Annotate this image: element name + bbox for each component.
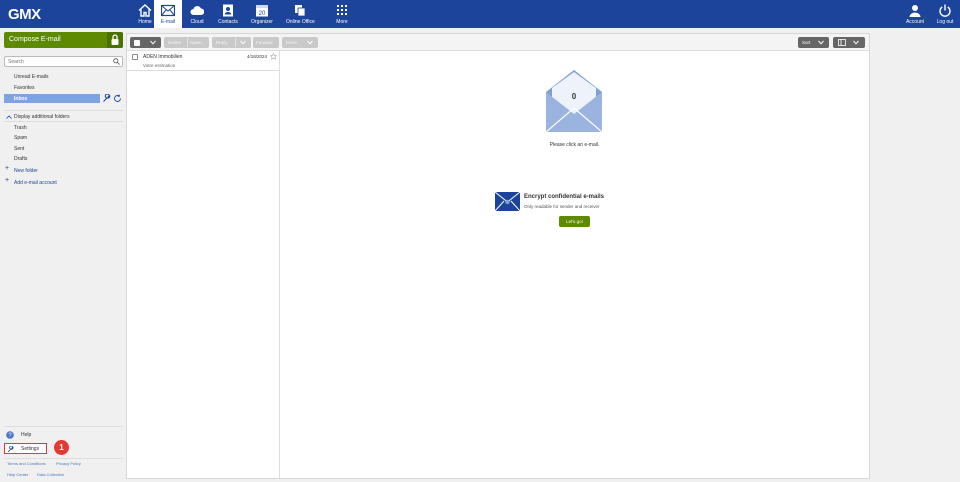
chevron-down-icon[interactable] <box>240 40 246 45</box>
calendar-day: 20 <box>259 11 266 17</box>
folder-inbox[interactable]: Inbox <box>4 94 100 103</box>
forward-button[interactable]: Forward <box>253 37 279 48</box>
chevron-up-icon[interactable] <box>6 115 12 119</box>
nav-contacts[interactable]: Contacts <box>214 0 242 28</box>
nav-more[interactable]: More <box>328 0 356 28</box>
empty-preview-text: Please click an e-mail. <box>549 142 600 148</box>
envelope-illustration-icon: 0 <box>546 70 602 132</box>
divider <box>4 110 123 111</box>
chevron-down-icon <box>853 40 859 45</box>
calendar-icon: 20 <box>256 5 268 17</box>
encrypt-title: Encrypt confidential e-mails <box>524 194 605 200</box>
settings-link[interactable]: Settings <box>4 443 47 454</box>
encrypt-subtitle: Only readable for sender and receiver <box>524 204 600 209</box>
encrypted-mail-icon <box>495 192 520 211</box>
search-input[interactable] <box>8 58 108 66</box>
nav-email[interactable]: E-mail <box>154 0 182 28</box>
nav-logout[interactable]: Log out <box>931 0 959 28</box>
grid-icon <box>337 5 347 15</box>
home-icon <box>138 4 152 17</box>
delete-spam-group[interactable]: Delete Spam <box>164 37 209 48</box>
chevron-down-icon <box>150 40 156 45</box>
nav-organizer[interactable]: 20 Organizer <box>248 0 276 28</box>
envelope-count: 0 <box>572 92 577 101</box>
mail-date: 4/18/2024 <box>246 54 267 59</box>
mail-toolbar: Delete Spam Reply Forward Move Sort <box>127 34 869 51</box>
mail-row[interactable]: ADEN Immobilien 4/18/2024 Votre estimati… <box>127 51 280 71</box>
spam-button[interactable]: Spam <box>190 40 202 45</box>
plus-icon: + <box>5 165 10 172</box>
contacts-icon <box>223 4 233 17</box>
divider <box>4 426 123 427</box>
sort-button[interactable]: Sort <box>798 37 829 48</box>
annotation-badge: 1 <box>54 440 69 455</box>
help-center-link[interactable]: Help Center <box>7 472 28 477</box>
help-icon[interactable]: ? <box>6 431 14 439</box>
chevron-down-icon <box>818 40 824 45</box>
layout-icon <box>838 39 846 46</box>
cloud-icon <box>190 6 204 15</box>
folder-favorites[interactable]: Favorites <box>14 85 35 91</box>
mail-subject: Votre estimation <box>143 63 176 68</box>
lock-icon <box>111 34 119 45</box>
folder-trash[interactable]: Trash <box>14 125 27 131</box>
search-box <box>4 56 123 67</box>
sidebar: Compose E-mail Unread E-mails Favorites … <box>4 32 123 478</box>
mail-list: ADEN Immobilien 4/18/2024 Votre estimati… <box>127 51 280 478</box>
envelope-icon <box>161 4 175 17</box>
new-folder-link[interactable]: New folder <box>14 168 38 174</box>
inbox-tools <box>102 94 124 103</box>
compose-security-icon[interactable] <box>107 32 123 48</box>
refresh-icon[interactable] <box>113 94 122 103</box>
folder-sent[interactable]: Sent <box>14 146 24 152</box>
divider <box>4 458 123 459</box>
layout-view-button[interactable] <box>833 37 865 48</box>
search-icon[interactable] <box>113 58 120 65</box>
help-link[interactable]: Help <box>21 432 31 438</box>
select-all-checkbox[interactable] <box>134 39 140 46</box>
compose-email-button[interactable]: Compose E-mail <box>4 32 123 48</box>
terms-link[interactable]: Terms and Conditions <box>7 461 46 466</box>
display-additional-folders[interactable]: Display additional folders <box>14 114 70 120</box>
wrench-icon <box>7 445 14 452</box>
wrench-icon[interactable] <box>102 94 111 103</box>
power-icon <box>939 4 951 17</box>
plus-icon: + <box>5 177 10 184</box>
top-navigation-bar: GMX Home E-mail Cloud Contacts 20 Organi… <box>0 0 960 28</box>
privacy-link[interactable]: Privacy Policy <box>56 461 81 466</box>
star-icon[interactable] <box>270 53 277 60</box>
office-icon <box>295 5 306 17</box>
mail-main-panel: Delete Spam Reply Forward Move Sort ADEN <box>126 33 870 479</box>
folder-drafts[interactable]: Drafts <box>14 156 27 162</box>
lets-go-button[interactable]: Let's go! <box>559 216 590 227</box>
move-button[interactable]: Move <box>282 37 318 48</box>
add-email-account-link[interactable]: Add e-mail account <box>14 180 57 186</box>
data-collection-link[interactable]: Data Collection <box>37 472 64 477</box>
preview-pane: 0 Please click an e-mail. Encrypt confid… <box>280 51 869 478</box>
folder-unread[interactable]: Unread E-mails <box>14 74 48 80</box>
divider <box>4 121 123 122</box>
gmx-logo[interactable]: GMX <box>8 6 41 23</box>
folder-spam[interactable]: Spam <box>14 135 27 141</box>
nav-account[interactable]: Account <box>901 0 929 28</box>
nav-online-office[interactable]: Online Office <box>286 0 315 28</box>
delete-button[interactable]: Delete <box>168 40 181 45</box>
mail-checkbox[interactable] <box>132 54 138 60</box>
chevron-down-icon <box>307 40 313 45</box>
mail-sender: ADEN Immobilien <box>143 54 183 60</box>
select-all-dropdown[interactable] <box>130 37 161 48</box>
nav-cloud[interactable]: Cloud <box>183 0 211 28</box>
reply-button[interactable]: Reply <box>212 37 251 48</box>
user-icon <box>909 5 921 17</box>
